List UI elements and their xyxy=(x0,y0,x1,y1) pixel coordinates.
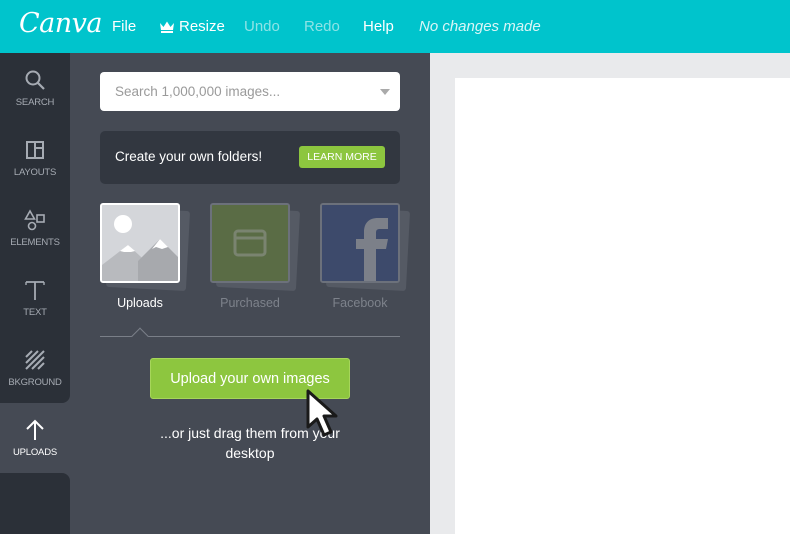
source-label: Facebook xyxy=(332,296,388,310)
upload-images-button[interactable]: Upload your own images xyxy=(150,358,350,399)
rail-item-layouts[interactable]: LAYOUTS xyxy=(0,123,70,193)
promo-text: Create your own folders! xyxy=(115,149,263,164)
left-rail: SEARCH LAYOUTS ELEMENTS TEXT BKGROUND UP… xyxy=(0,53,70,534)
rail-item-label: SEARCH xyxy=(15,96,55,108)
search-input[interactable] xyxy=(100,72,370,111)
design-workspace xyxy=(430,53,790,534)
background-icon xyxy=(25,349,45,370)
uploads-panel: Create your own folders! LEARN MORE Uplo… xyxy=(70,53,430,534)
rail-item-background[interactable]: BKGROUND xyxy=(0,333,70,403)
rail-item-label: BKGROUND xyxy=(8,376,62,388)
source-label: Uploads xyxy=(117,296,163,310)
help-menu[interactable]: Help xyxy=(363,18,394,35)
rail-item-uploads[interactable]: UPLOADS xyxy=(0,403,70,473)
uploads-tile xyxy=(100,203,180,283)
learn-more-button[interactable]: LEARN MORE xyxy=(299,146,385,168)
folders-promo: Create your own folders! LEARN MORE xyxy=(100,131,400,184)
file-menu-label: File xyxy=(112,18,137,35)
drag-hint: ...or just drag them from your desktop xyxy=(160,425,340,461)
credit-card-icon xyxy=(212,205,288,281)
help-label: Help xyxy=(363,18,394,35)
rail-item-label: ELEMENTS xyxy=(10,236,60,248)
elements-icon xyxy=(24,208,45,230)
crown-icon xyxy=(160,21,174,33)
undo-button[interactable]: Undo xyxy=(244,18,280,35)
image-placeholder-icon xyxy=(102,205,178,281)
active-source-indicator xyxy=(131,327,149,345)
rail-item-label: TEXT xyxy=(23,306,47,318)
source-uploads[interactable]: Uploads xyxy=(100,203,192,313)
chevron-down-icon[interactable] xyxy=(380,89,390,95)
image-search xyxy=(100,72,400,111)
upload-arrow-icon xyxy=(26,419,44,440)
rail-item-search[interactable]: SEARCH xyxy=(0,53,70,123)
text-icon xyxy=(25,280,45,300)
source-facebook[interactable]: Facebook xyxy=(320,203,412,313)
rail-item-label: UPLOADS xyxy=(12,446,57,458)
save-status: No changes made xyxy=(419,18,541,35)
resize-button[interactable]: Resize xyxy=(159,18,225,35)
facebook-tile xyxy=(320,203,400,283)
undo-label: Undo xyxy=(244,18,280,35)
design-page[interactable] xyxy=(455,78,790,534)
layouts-icon xyxy=(26,140,44,159)
redo-label: Redo xyxy=(304,18,340,35)
facebook-icon xyxy=(322,205,398,281)
rail-item-elements[interactable]: ELEMENTS xyxy=(0,193,70,263)
rail-item-text[interactable]: TEXT xyxy=(0,263,70,333)
top-bar: Canva File Resize Undo Redo Help No chan… xyxy=(0,0,790,53)
search-icon xyxy=(25,70,45,90)
source-purchased[interactable]: Purchased xyxy=(210,203,302,313)
file-menu[interactable]: File xyxy=(112,18,136,35)
purchased-tile xyxy=(210,203,290,283)
redo-button[interactable]: Redo xyxy=(304,18,340,35)
source-label: Purchased xyxy=(220,296,280,310)
canva-logo[interactable]: Canva xyxy=(19,8,103,39)
rail-item-label: LAYOUTS xyxy=(13,166,57,178)
resize-label: Resize xyxy=(179,18,225,35)
rail-background-bottom xyxy=(0,473,70,534)
